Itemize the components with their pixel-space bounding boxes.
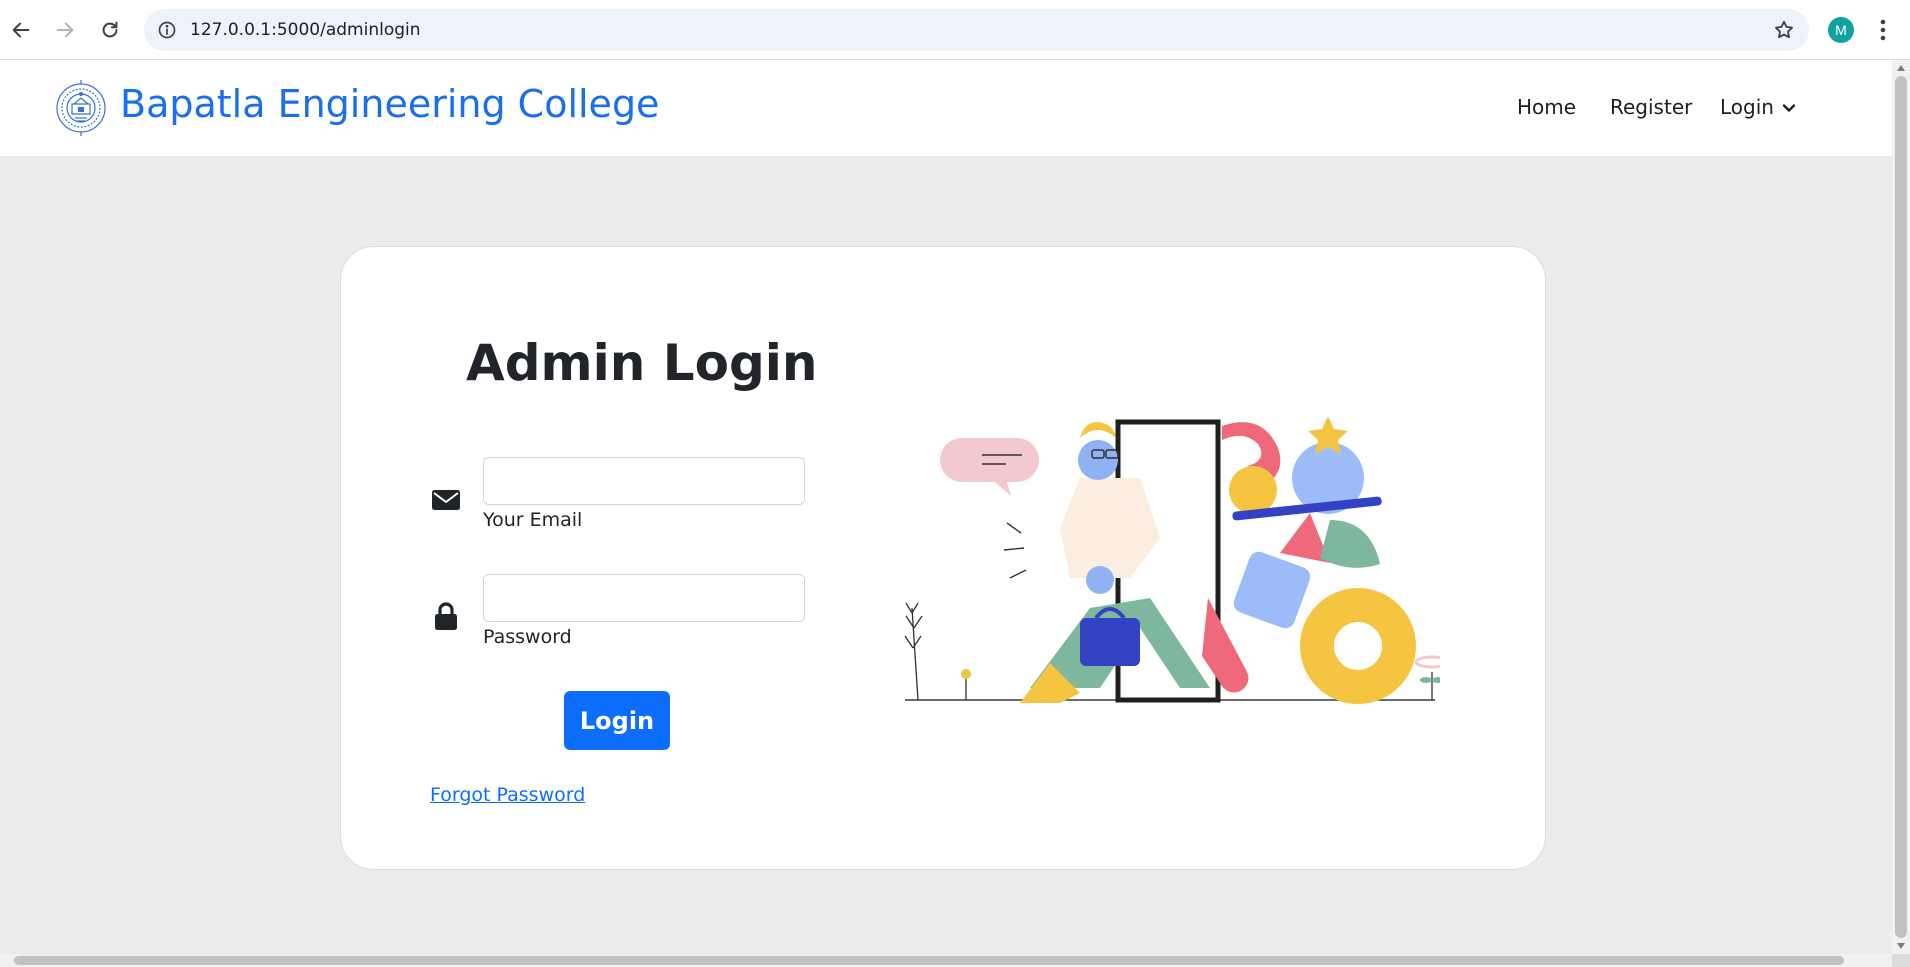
nav-login-dropdown[interactable]: Login	[1720, 95, 1796, 119]
back-button[interactable]	[3, 12, 39, 48]
email-input[interactable]	[483, 457, 805, 505]
vertical-scrollbar-thumb[interactable]	[1895, 76, 1907, 938]
page-title: Admin Login	[466, 334, 818, 392]
reload-button[interactable]	[92, 12, 128, 48]
profile-avatar[interactable]: M	[1828, 17, 1854, 43]
bookmark-button[interactable]	[1771, 17, 1797, 43]
star-icon	[1775, 20, 1793, 39]
nav-login-label: Login	[1720, 95, 1774, 119]
site-brand[interactable]: Bapatla Engineering College	[120, 82, 659, 126]
login-button[interactable]: Login	[564, 691, 670, 750]
college-logo[interactable]	[54, 74, 108, 142]
nav-home-link[interactable]: Home	[1517, 95, 1576, 119]
site-info-button[interactable]	[154, 17, 180, 43]
scrollbar-corner	[1892, 954, 1910, 967]
arrow-left-icon	[12, 22, 30, 38]
chevron-down-icon	[1782, 104, 1796, 112]
password-label: Password	[483, 626, 572, 648]
horizontal-scrollbar-thumb[interactable]	[14, 956, 1844, 965]
forward-button[interactable]	[47, 12, 83, 48]
scroll-down-icon[interactable]	[1896, 942, 1906, 950]
nav-register-link[interactable]: Register	[1610, 95, 1692, 119]
kebab-icon	[1880, 19, 1886, 41]
lock-icon	[435, 602, 457, 630]
horizontal-scrollbar[interactable]	[0, 954, 1892, 967]
url-text[interactable]: 127.0.0.1:5000/adminlogin	[190, 20, 421, 40]
scroll-up-icon[interactable]	[1896, 64, 1906, 72]
address-bar[interactable]: 127.0.0.1:5000/adminlogin	[144, 9, 1809, 51]
email-label: Your Email	[483, 509, 583, 531]
login-illustration	[904, 416, 1440, 704]
arrow-right-icon	[56, 22, 74, 38]
reload-icon	[102, 21, 118, 38]
forgot-password-link[interactable]: Forgot Password	[430, 784, 585, 806]
envelope-icon	[432, 490, 460, 510]
browser-menu-button[interactable]	[1872, 14, 1894, 46]
info-icon	[158, 21, 176, 39]
browser-toolbar: 127.0.0.1:5000/adminlogin M	[0, 0, 1910, 60]
vertical-scrollbar[interactable]	[1892, 60, 1910, 954]
password-input[interactable]	[483, 574, 805, 622]
